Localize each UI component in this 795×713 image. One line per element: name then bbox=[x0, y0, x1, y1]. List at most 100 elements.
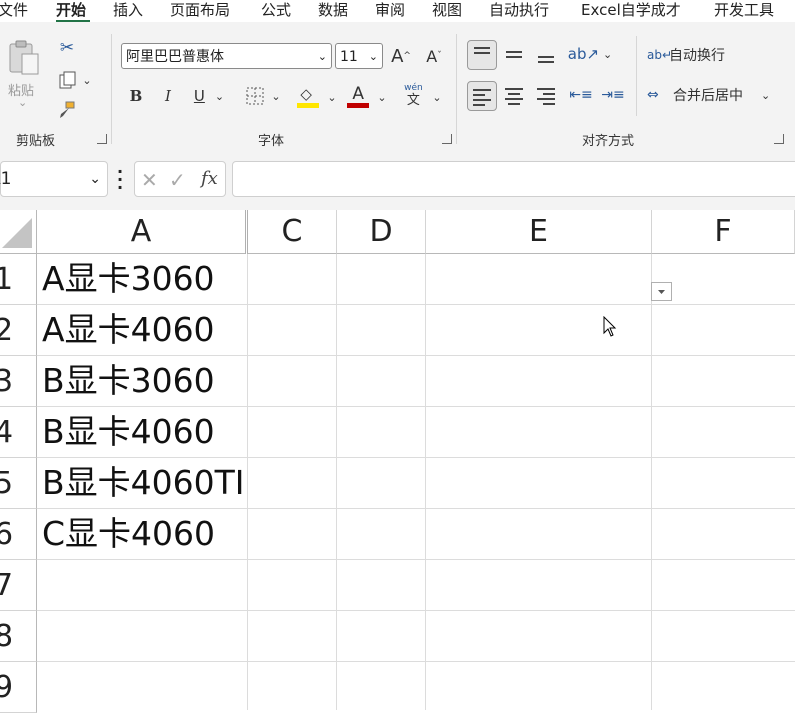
gridline bbox=[37, 559, 795, 560]
name-box[interactable]: A1 ⌄ bbox=[0, 161, 108, 197]
border-icon bbox=[246, 87, 264, 105]
bold-button[interactable]: B bbox=[124, 84, 148, 108]
formula-controls: ✕ ✓ fx bbox=[134, 161, 226, 197]
row-header-5[interactable]: 5 bbox=[0, 458, 37, 509]
cell-a1[interactable]: A显卡3060 bbox=[42, 253, 215, 304]
row-header-2[interactable]: 2 bbox=[0, 305, 37, 356]
tab-excel-self-study[interactable]: Excel自学成才 bbox=[581, 0, 681, 22]
tab-automate[interactable]: 自动执行 bbox=[489, 0, 549, 22]
column-header-c[interactable]: C bbox=[248, 210, 337, 254]
font-color-icon: A bbox=[352, 84, 365, 104]
tab-page-layout[interactable]: 页面布局 bbox=[170, 0, 230, 22]
tab-review[interactable]: 审阅 bbox=[375, 0, 405, 22]
more-options-icon[interactable]: · · · bbox=[117, 164, 123, 196]
cell-a2[interactable]: A显卡4060 bbox=[42, 304, 215, 355]
borders-button[interactable]: ⌄ bbox=[242, 84, 284, 108]
chevron-down-icon: ⌄ bbox=[214, 89, 225, 103]
group-separator bbox=[456, 34, 457, 144]
cut-button[interactable]: ✂ bbox=[55, 36, 79, 60]
decrease-indent-button[interactable]: ⇤≡ bbox=[567, 81, 595, 109]
row-header-3[interactable]: 3 bbox=[0, 356, 37, 407]
row-header-9[interactable]: 9 bbox=[0, 662, 37, 713]
align-right-button[interactable] bbox=[532, 81, 560, 109]
tab-formulas[interactable]: 公式 bbox=[261, 0, 291, 22]
cell-a4[interactable]: B显卡4060 bbox=[42, 406, 215, 457]
formula-bar: A1 ⌄ ··· ✕ ✓ fx bbox=[0, 154, 795, 210]
cell-dropdown-button[interactable] bbox=[651, 282, 672, 301]
chevron-down-icon: ⌄ bbox=[18, 96, 28, 109]
underline-button[interactable]: U ⌄ bbox=[188, 84, 230, 108]
select-all-button[interactable] bbox=[0, 210, 37, 254]
select-all-triangle-icon bbox=[2, 218, 32, 248]
increase-indent-icon: ⇥≡ bbox=[601, 87, 625, 103]
formula-input[interactable] bbox=[232, 161, 795, 197]
font-dialog-launcher-icon[interactable] bbox=[442, 134, 452, 144]
chevron-down-icon: ⌄ bbox=[368, 50, 378, 63]
orientation-button[interactable]: ab↗ ⌄ bbox=[568, 40, 613, 68]
align-left-icon bbox=[473, 86, 491, 109]
format-painter-button[interactable] bbox=[55, 98, 79, 122]
bottom-align-button[interactable] bbox=[532, 40, 560, 68]
tab-developer[interactable]: 开发工具 bbox=[714, 0, 774, 22]
clipboard-dialog-launcher-icon[interactable] bbox=[97, 134, 107, 144]
insert-function-icon[interactable]: fx bbox=[201, 168, 218, 189]
row-header-7[interactable]: 7 bbox=[0, 560, 37, 611]
clipboard-icon bbox=[9, 40, 39, 75]
chevron-down-icon: ⌄ bbox=[82, 73, 92, 87]
fill-color-swatch bbox=[297, 103, 320, 108]
enter-icon[interactable]: ✓ bbox=[169, 168, 186, 192]
alignment-dialog-launcher-icon[interactable] bbox=[774, 134, 784, 144]
fill-color-button[interactable]: ◇ ⌄ bbox=[296, 84, 338, 110]
tab-insert[interactable]: 插入 bbox=[113, 0, 143, 22]
font-size-value: 11 bbox=[340, 49, 358, 65]
phonetic-label: wén bbox=[404, 83, 423, 93]
row-header-6[interactable]: 6 bbox=[0, 509, 37, 560]
clipboard-group-label: 剪贴板 bbox=[16, 134, 56, 149]
bold-label: B bbox=[129, 87, 143, 105]
wrap-text-label: 自动换行 bbox=[669, 48, 725, 64]
alignment-group-label: 对齐方式 bbox=[582, 134, 635, 149]
chevron-down-icon: ⌄ bbox=[317, 50, 327, 63]
column-header-e[interactable]: E bbox=[426, 210, 652, 254]
increase-indent-button[interactable]: ⇥≡ bbox=[599, 81, 627, 109]
row-header-1[interactable]: 1 bbox=[0, 254, 37, 305]
align-left-button[interactable] bbox=[467, 81, 497, 111]
paste-button[interactable]: 粘贴 ⌄ bbox=[6, 38, 42, 109]
shrink-font-icon: A bbox=[426, 46, 438, 66]
font-color-button[interactable]: A ⌄ bbox=[346, 84, 388, 110]
grow-font-button[interactable]: A ^ bbox=[389, 44, 413, 68]
copy-button[interactable]: ⌄ bbox=[54, 68, 96, 92]
tab-view[interactable]: 视图 bbox=[432, 0, 462, 22]
font-group-label: 字体 bbox=[258, 134, 285, 149]
font-name-select[interactable]: 阿里巴巴普惠体 ⌄ bbox=[121, 43, 332, 69]
column-header-f[interactable]: F bbox=[652, 210, 795, 254]
middle-align-button[interactable] bbox=[500, 40, 528, 68]
copy-icon bbox=[59, 71, 76, 89]
row-header-8[interactable]: 8 bbox=[0, 611, 37, 662]
phonetic-button[interactable]: wén 文 ⌄ bbox=[400, 82, 444, 112]
chevron-down-icon[interactable]: ⌄ bbox=[89, 162, 101, 196]
italic-label: I bbox=[165, 87, 171, 105]
spreadsheet-grid: A C D E F 1 2 3 4 5 6 7 8 9 A显卡3060 A显卡4… bbox=[0, 210, 795, 713]
cell-a6[interactable]: C显卡4060 bbox=[42, 508, 215, 559]
column-header-d[interactable]: D bbox=[337, 210, 426, 254]
cancel-icon[interactable]: ✕ bbox=[141, 168, 158, 192]
align-center-button[interactable] bbox=[500, 81, 528, 109]
font-size-select[interactable]: 11 ⌄ bbox=[335, 43, 383, 69]
top-align-button[interactable] bbox=[467, 40, 497, 70]
cell-a5[interactable]: B显卡4060TI bbox=[42, 457, 245, 508]
column-header-a[interactable]: A bbox=[37, 210, 246, 254]
merge-center-label: 合并后居中 bbox=[673, 88, 743, 104]
group-separator bbox=[111, 34, 112, 144]
cell-a3[interactable]: B显卡3060 bbox=[42, 355, 215, 406]
tab-home[interactable]: 开始 bbox=[56, 0, 86, 22]
tab-data[interactable]: 数据 bbox=[318, 0, 348, 22]
name-box-value: A1 bbox=[0, 169, 12, 189]
wrap-text-button[interactable]: ab↵ 自动换行 bbox=[647, 42, 747, 68]
bottom-align-icon bbox=[538, 53, 554, 66]
merge-center-button[interactable]: ⇔ 合并后居中 ⌄ bbox=[647, 82, 777, 108]
tab-file[interactable]: 文件 bbox=[0, 0, 28, 22]
row-header-4[interactable]: 4 bbox=[0, 407, 37, 458]
shrink-font-button[interactable]: Aˇ bbox=[422, 44, 446, 68]
italic-button[interactable]: I bbox=[156, 84, 180, 108]
